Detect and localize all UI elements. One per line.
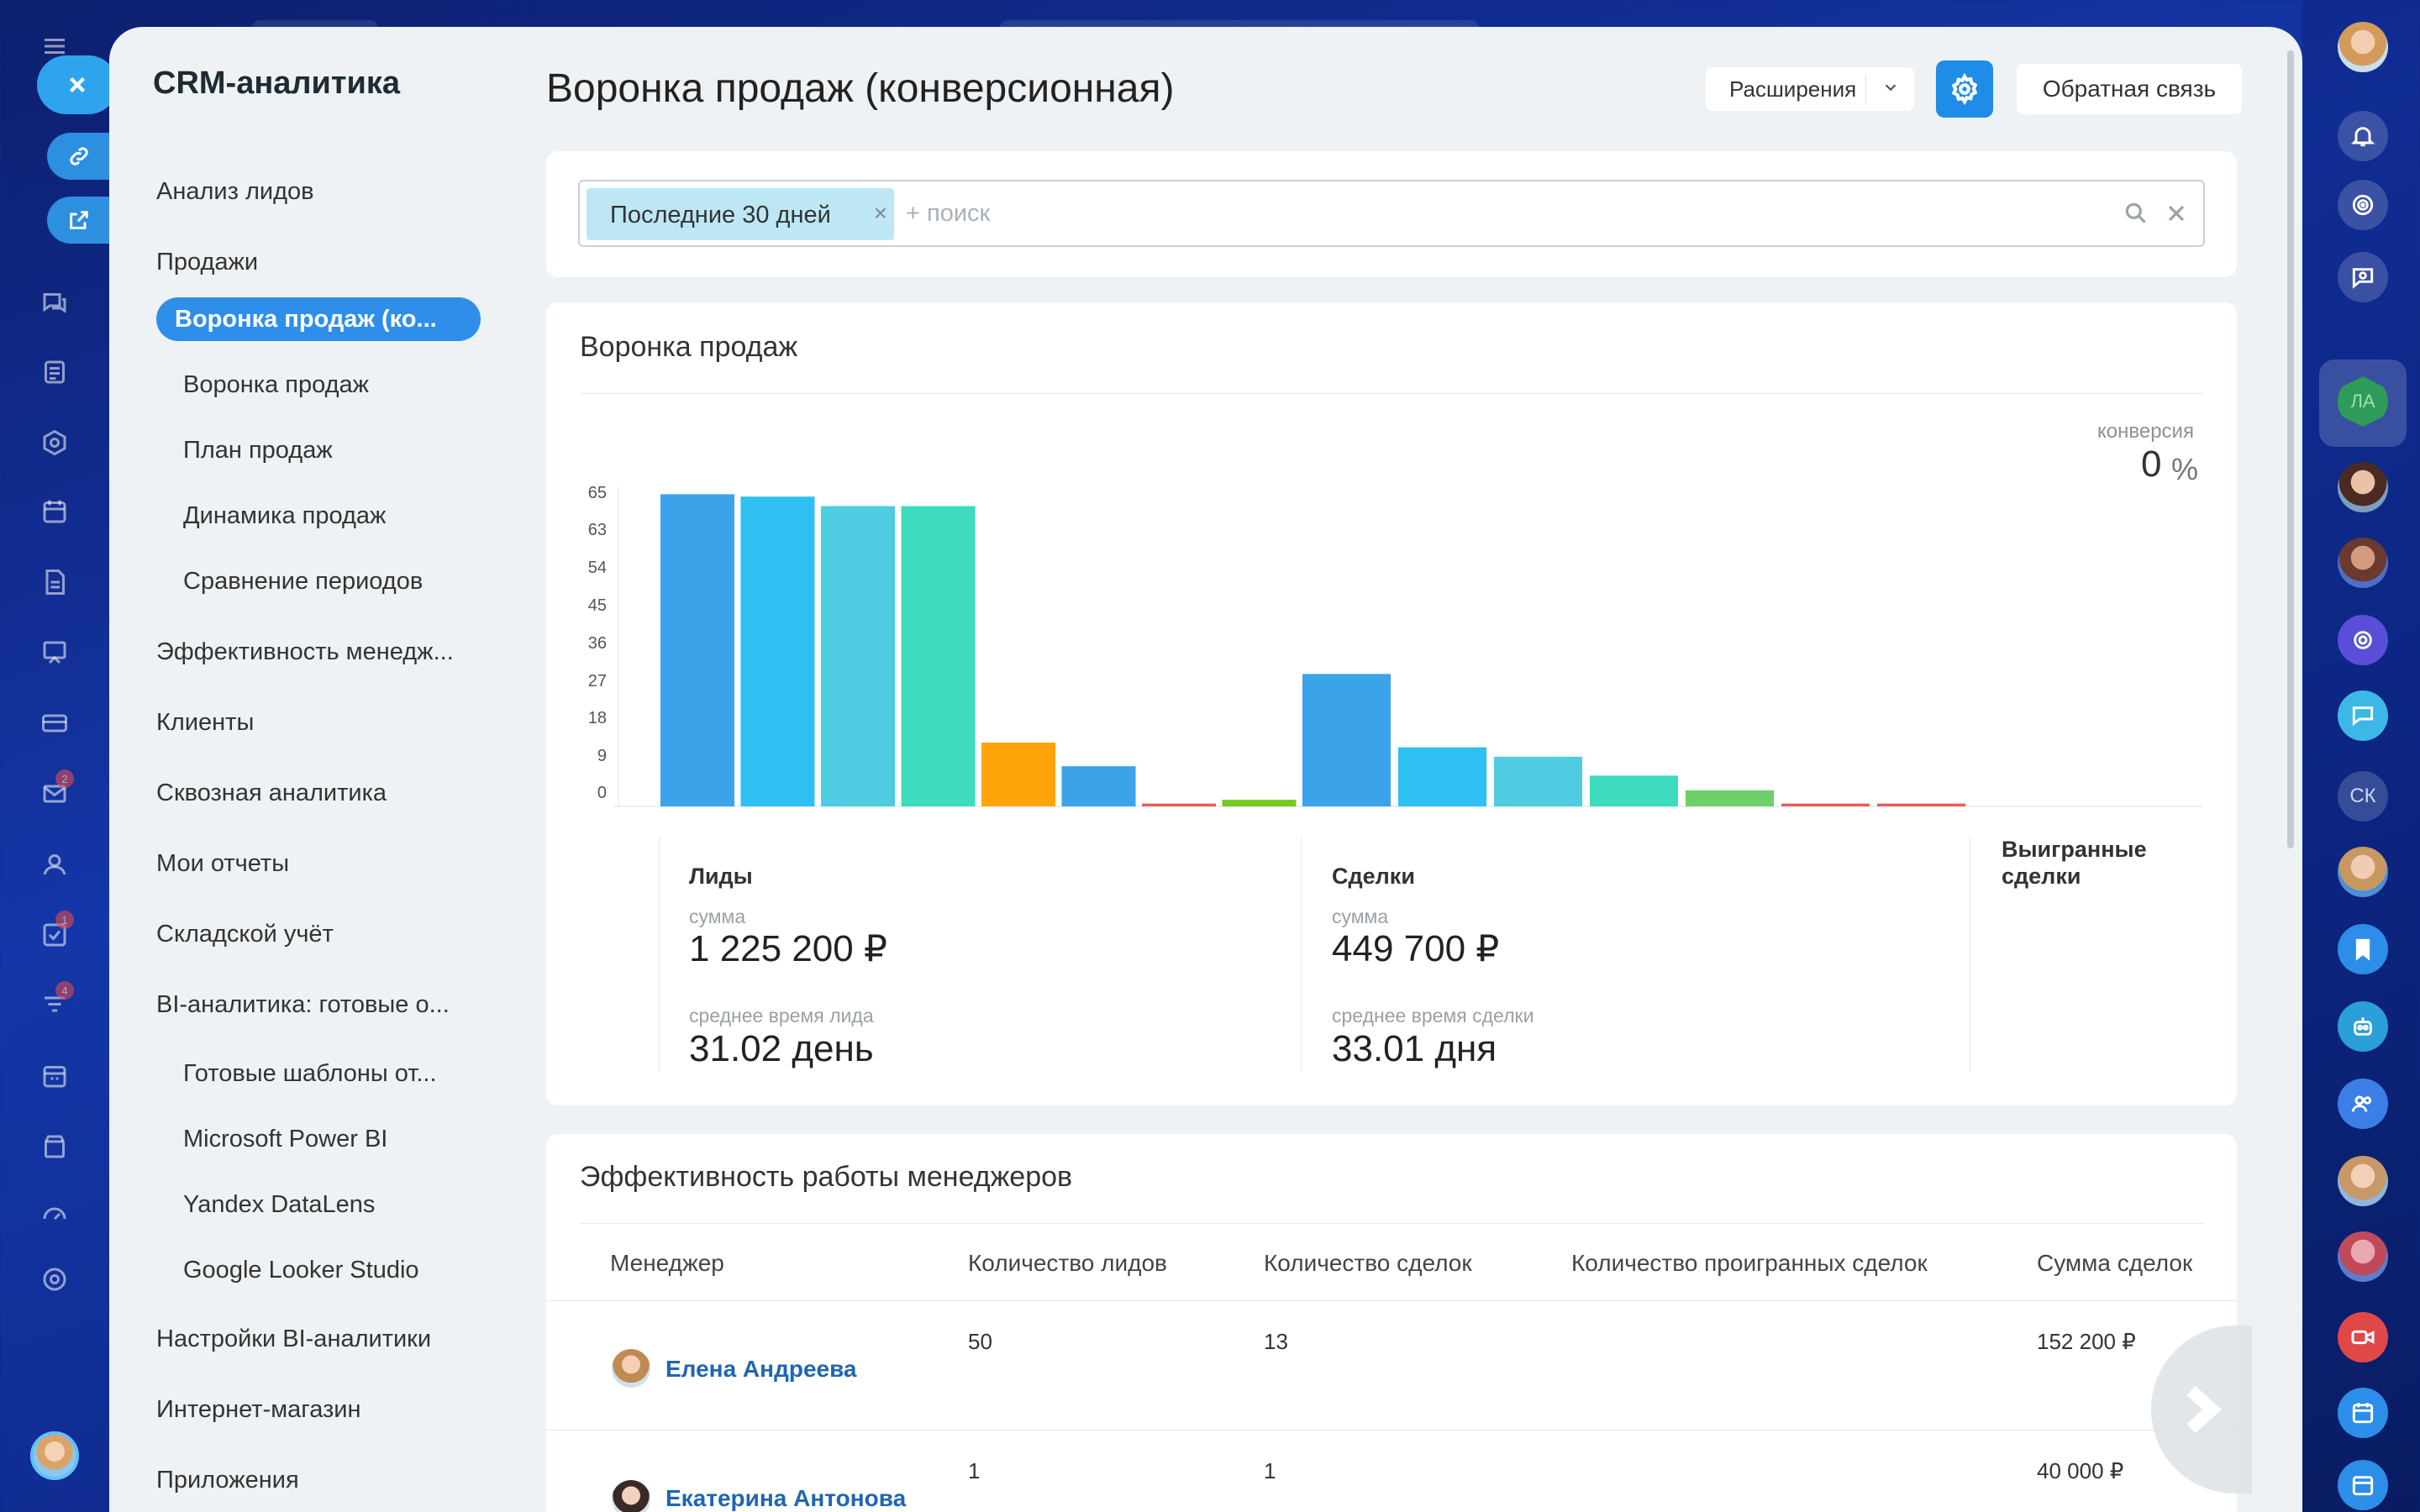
planner-icon[interactable]	[2338, 1460, 2388, 1510]
y-tick-label: 9	[597, 747, 607, 765]
deals-sum-label: сумма	[1332, 906, 1389, 927]
sidebar-item[interactable]: Мои отчеты	[156, 850, 289, 878]
y-tick-label: 0	[597, 784, 607, 802]
contact-avatar[interactable]	[2338, 847, 2388, 897]
funnel-bar[interactable]	[1781, 803, 1870, 806]
leads-sum: 1 225 200 ₽	[689, 928, 887, 969]
funnel-bar[interactable]	[1061, 766, 1136, 806]
funnel-bar[interactable]	[1686, 790, 1774, 806]
funnel-bar[interactable]	[1590, 775, 1678, 806]
sidebar-item[interactable]: Готовые шаблоны от...	[183, 1060, 437, 1088]
cell-leads: 50	[968, 1329, 992, 1354]
y-tick-label: 65	[588, 484, 607, 502]
sidebar-item[interactable]: Интернет-магазин	[156, 1396, 361, 1424]
deals-avg: 33.01 дня	[1332, 1028, 1497, 1069]
deals-sum: 449 700 ₽	[1332, 928, 1500, 969]
divider	[659, 837, 660, 1072]
settings-icon[interactable]	[37, 1262, 72, 1297]
divider	[1301, 837, 1302, 1072]
bookmark-icon[interactable]	[2338, 924, 2388, 974]
calendar-rail-icon[interactable]	[2338, 1388, 2388, 1438]
y-tick-label: 27	[588, 672, 607, 690]
funnel-bar[interactable]	[660, 494, 734, 806]
leads-avg: 31.02 день	[689, 1028, 874, 1069]
video-call-icon[interactable]	[2338, 1312, 2388, 1362]
divider	[546, 1430, 2237, 1431]
divider	[580, 1223, 2203, 1224]
y-tick-label: 18	[588, 709, 607, 727]
sidebar-item[interactable]: BI-аналитика: готовые о...	[156, 991, 450, 1019]
sidebar-item[interactable]: Yandex DataLens	[183, 1191, 375, 1219]
leads-sum-label: сумма	[689, 906, 746, 927]
funnel-bar-chart: 0 9 18 27 36 45 54 63 65	[588, 484, 2203, 807]
tasks-icon[interactable]: 1	[37, 911, 74, 953]
divider	[546, 1300, 2237, 1301]
won-deals-title: Выигранные	[2002, 837, 2147, 862]
funnel-bar[interactable]	[1222, 800, 1297, 806]
schedule-icon[interactable]	[37, 1058, 72, 1094]
leads-avg-label: среднее время лида	[689, 1005, 874, 1026]
sidebar-item[interactable]: Google Looker Studio	[183, 1257, 419, 1284]
tasks-badge: 1	[55, 911, 74, 929]
cell-deals: 1	[1264, 1458, 1276, 1483]
y-tick-label: 54	[588, 559, 607, 577]
sidebar-item[interactable]: Настройки BI-аналитики	[156, 1326, 431, 1353]
funnel-bar[interactable]	[740, 496, 815, 806]
cell-sum: 152 200 ₽	[2037, 1329, 2136, 1354]
y-tick-label: 63	[588, 521, 607, 539]
chevron-right-icon	[2186, 1385, 2222, 1434]
manager-name-link[interactable]: Екатерина Антонова	[666, 1485, 906, 1512]
column-header-lost-deals[interactable]: Количество проигранных сделок	[1571, 1250, 1928, 1277]
avatar	[612, 1349, 650, 1388]
managers-title: Эффективность работы менеджеров	[580, 1161, 1073, 1193]
filter-badge: 4	[55, 981, 74, 1000]
funnel-bar[interactable]	[981, 742, 1055, 806]
contact-avatar[interactable]	[2338, 1231, 2388, 1282]
manager-name-link[interactable]: Елена Андреева	[666, 1356, 857, 1383]
funnel-bar[interactable]	[1494, 756, 1582, 806]
deals-stat-title: Сделки	[1332, 864, 1415, 889]
cell-leads: 1	[968, 1458, 981, 1483]
sidebar-item[interactable]: Microsoft Power BI	[183, 1126, 387, 1153]
funnel-bar[interactable]	[1398, 747, 1486, 806]
cell-sum: 40 000 ₽	[2037, 1458, 2124, 1483]
y-tick-label: 45	[588, 596, 607, 615]
funnel-bar[interactable]	[1877, 803, 1965, 806]
column-header-deals[interactable]: Количество сделок	[1264, 1250, 1472, 1277]
speedometer-icon[interactable]	[37, 1196, 72, 1231]
sidebar-item[interactable]: Складской учёт	[156, 921, 334, 948]
group-icon[interactable]	[2338, 1079, 2388, 1129]
leads-stat-title: Лиды	[689, 864, 753, 889]
funnel-bar[interactable]	[821, 506, 895, 806]
column-header-leads[interactable]: Количество лидов	[968, 1250, 1167, 1277]
funnel-bar[interactable]	[1142, 803, 1216, 806]
won-deals-title: сделки	[2002, 864, 2081, 889]
funnel-bar[interactable]	[901, 506, 976, 806]
funnel-bar[interactable]	[1302, 674, 1391, 806]
robot-icon[interactable]	[2338, 1001, 2388, 1052]
column-header-deals-sum[interactable]: Сумма сделок	[2037, 1250, 2192, 1277]
y-tick-label: 36	[588, 634, 607, 653]
column-header-manager[interactable]: Менеджер	[610, 1250, 724, 1277]
cell-deals: 13	[1264, 1329, 1288, 1354]
filter-icon[interactable]: 4	[37, 981, 74, 1023]
deals-avg-label: среднее время сделки	[1332, 1005, 1534, 1026]
store-icon[interactable]	[37, 1129, 72, 1164]
contacts-icon[interactable]	[37, 847, 72, 882]
sidebar-item[interactable]: Приложения	[156, 1467, 299, 1494]
contact-avatar[interactable]	[2338, 1156, 2388, 1206]
avatar	[612, 1480, 650, 1512]
current-user-avatar[interactable]	[30, 1431, 79, 1480]
